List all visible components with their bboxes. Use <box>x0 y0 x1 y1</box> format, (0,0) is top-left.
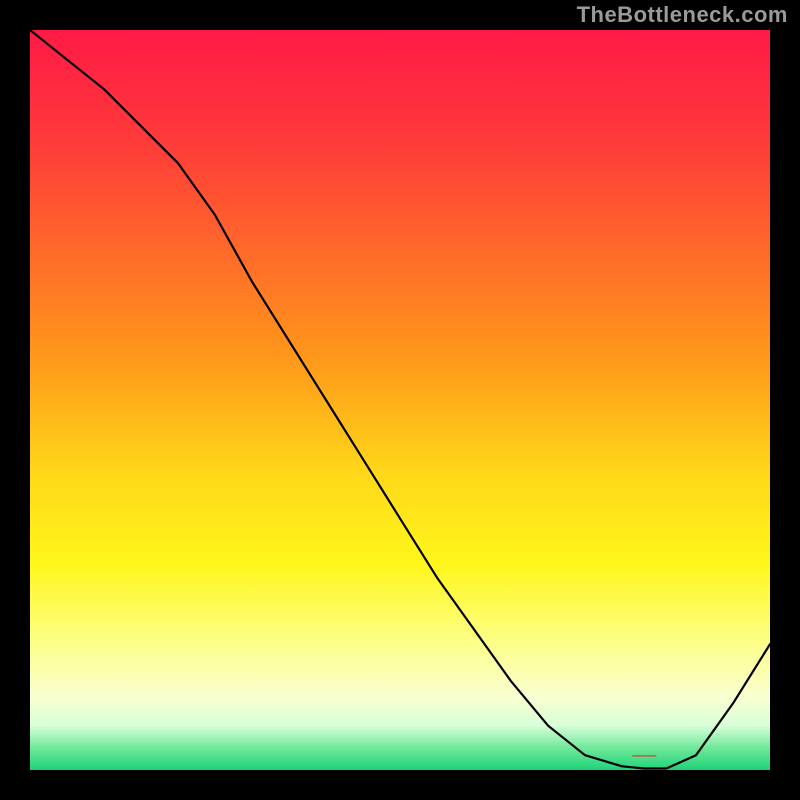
chart-svg: —— <box>30 30 770 770</box>
chart-stage: TheBottleneck.com —— <box>0 0 800 800</box>
chart-plot-area: —— <box>30 30 770 770</box>
chart-annotation: —— <box>632 748 656 762</box>
chart-background <box>30 30 770 770</box>
watermark-label: TheBottleneck.com <box>577 2 788 28</box>
